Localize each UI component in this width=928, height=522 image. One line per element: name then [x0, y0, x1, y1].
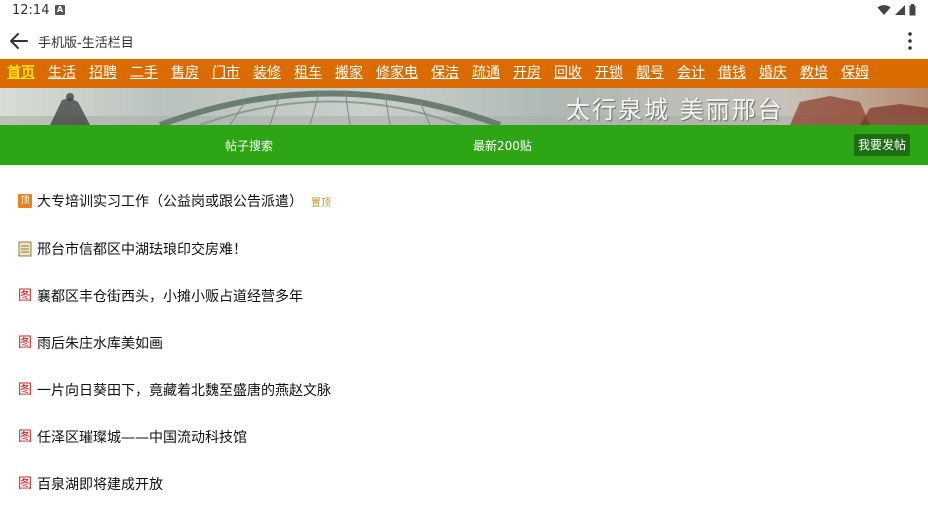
nav-item-nanny[interactable]: 保姆: [841, 59, 869, 88]
signal-icon: [895, 5, 905, 15]
image-icon: 图: [18, 335, 32, 351]
battery-icon: [909, 4, 916, 16]
nav-item-jobs[interactable]: 招聘: [89, 59, 117, 88]
nav-item-shopfront[interactable]: 门市: [212, 59, 240, 88]
status-time: 12:14: [12, 3, 50, 18]
note-icon: [18, 241, 32, 257]
status-bar: 12:14 A: [0, 0, 928, 22]
list-item[interactable]: 图 一片向日葵田下，竟藏着北魏至盛唐的燕赵文脉: [18, 378, 331, 402]
nav-item-appliance-repair[interactable]: 修家电: [376, 59, 418, 88]
nav-item-recycle[interactable]: 回收: [554, 59, 582, 88]
list-item[interactable]: 图 百泉湖即将建成开放: [18, 472, 163, 496]
pinned-icon: 顶: [18, 194, 32, 208]
post-title[interactable]: 邢台市信都区中湖珐琅印交房难！: [37, 239, 247, 259]
action-bar: 帖子搜索 最新200贴 我要发帖: [0, 125, 928, 165]
banner-image: 太行泉城 美丽邢台: [0, 88, 928, 125]
list-item[interactable]: 顶 大专培训实习工作（公益岗或跟公告派遣） 置顶: [18, 189, 331, 213]
nav-item-accounting[interactable]: 会计: [677, 59, 705, 88]
nav-item-home[interactable]: 首页: [7, 59, 35, 88]
post-title[interactable]: 雨后朱庄水库美如画: [37, 333, 163, 353]
status-icons: [877, 4, 916, 16]
pinned-tag: 置顶: [311, 197, 331, 209]
nav-item-locksmith[interactable]: 开锁: [595, 59, 623, 88]
post-title[interactable]: 一片向日葵田下，竟藏着北魏至盛唐的燕赵文脉: [37, 380, 331, 400]
list-item[interactable]: 图 雨后朱庄水库美如画: [18, 331, 163, 355]
post-title[interactable]: 百泉湖即将建成开放: [37, 474, 163, 494]
nav-item-wedding[interactable]: 婚庆: [759, 59, 787, 88]
nav-item-tutoring[interactable]: 教培: [800, 59, 828, 88]
nav-item-secondhand[interactable]: 二手: [130, 59, 158, 88]
list-item[interactable]: 邢台市信都区中湖珐琅印交房难！: [18, 237, 247, 261]
nav-item-moving[interactable]: 搬家: [335, 59, 363, 88]
image-icon: 图: [18, 429, 32, 445]
nav-item-decoration[interactable]: 装修: [253, 59, 281, 88]
new-post-button[interactable]: 我要发帖: [853, 134, 910, 156]
nav-item-drain[interactable]: 疏通: [472, 59, 500, 88]
notification-a-icon: A: [55, 5, 65, 15]
nav-item-room[interactable]: 开房: [513, 59, 541, 88]
post-search-link[interactable]: 帖子搜索: [225, 137, 273, 154]
nav-item-car-rental[interactable]: 租车: [294, 59, 322, 88]
image-icon: 图: [18, 288, 32, 304]
latest-posts-link[interactable]: 最新200贴: [473, 137, 532, 154]
banner-slogan: 太行泉城 美丽邢台: [566, 96, 784, 124]
page-title: 手机版-生活栏目: [38, 36, 134, 51]
category-nav: 首页 生活 招聘 二手 售房 门市 装修 租车 搬家 修家电 保洁 疏通 开房 …: [0, 59, 928, 88]
app-bar: 手机版-生活栏目: [0, 24, 928, 58]
back-button[interactable]: [6, 28, 32, 54]
image-icon: 图: [18, 382, 32, 398]
banner-scene: [0, 89, 928, 125]
post-title[interactable]: 任泽区璀璨城——中国流动科技馆: [37, 427, 247, 447]
nav-item-house-sale[interactable]: 售房: [171, 59, 199, 88]
nav-item-loan[interactable]: 借钱: [718, 59, 746, 88]
list-item[interactable]: 图 任泽区璀璨城——中国流动科技馆: [18, 425, 247, 449]
arrow-left-icon: [10, 33, 28, 49]
nav-item-cleaning[interactable]: 保洁: [431, 59, 459, 88]
list-item[interactable]: 图 襄都区丰仓街西头，小摊小贩占道经营多年: [18, 284, 303, 308]
more-vertical-icon: [908, 32, 912, 50]
wifi-icon: [877, 5, 891, 15]
image-icon: 图: [18, 476, 32, 492]
nav-item-lucky-number[interactable]: 靓号: [636, 59, 664, 88]
more-options-button[interactable]: [900, 28, 920, 54]
post-title[interactable]: 襄都区丰仓街西头，小摊小贩占道经营多年: [37, 286, 303, 306]
nav-item-life[interactable]: 生活: [48, 59, 76, 88]
post-title[interactable]: 大专培训实习工作（公益岗或跟公告派遣）: [37, 191, 303, 211]
